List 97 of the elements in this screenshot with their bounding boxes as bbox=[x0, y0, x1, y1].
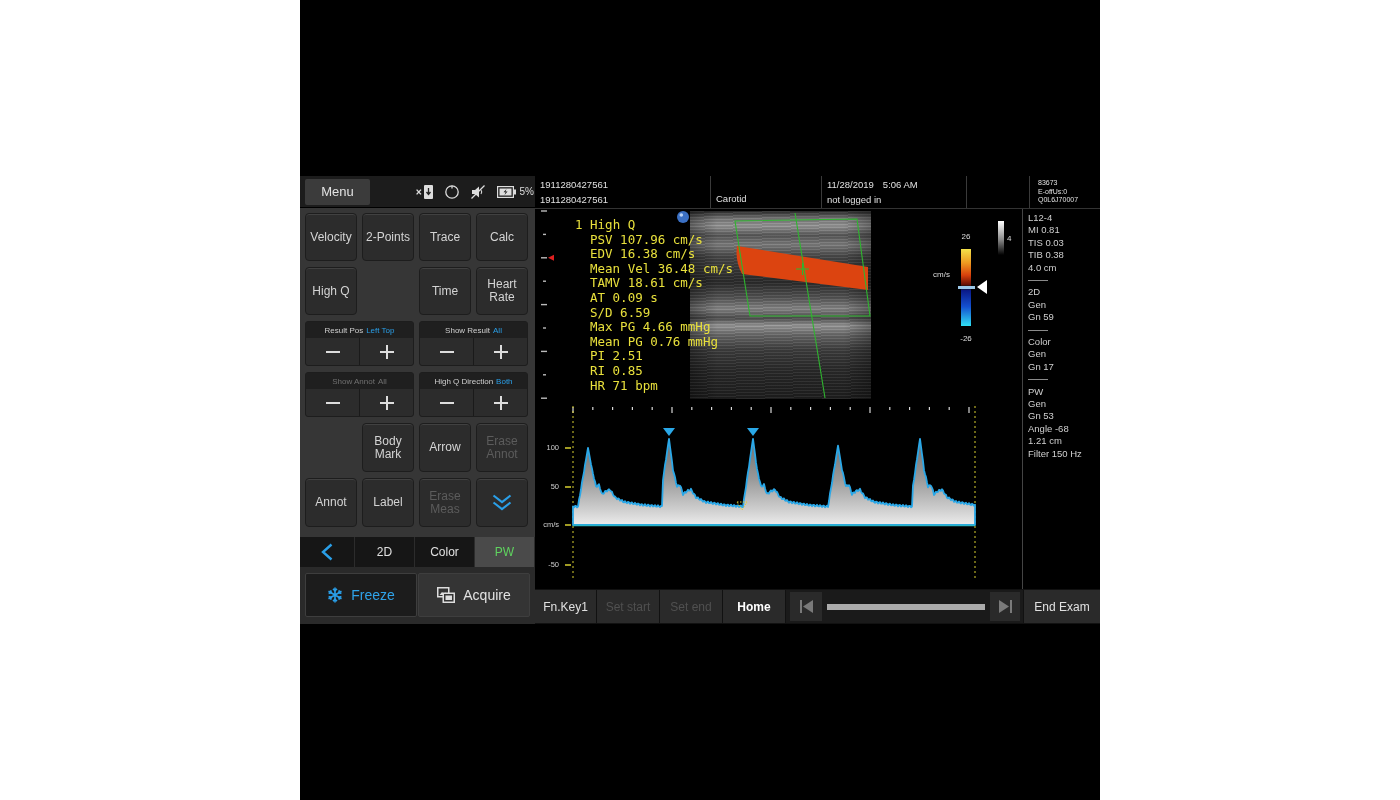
skip-forward-icon bbox=[998, 600, 1012, 613]
operator-status: not logged in bbox=[827, 194, 883, 205]
increase-button[interactable] bbox=[474, 389, 527, 416]
record-number: 1911280427561 bbox=[540, 194, 609, 205]
tool-button[interactable]: Calc bbox=[476, 213, 528, 261]
measurement-line: RI 0.85 bbox=[590, 363, 643, 379]
parameter-text: Gen bbox=[1028, 298, 1047, 312]
adjuster-label: Show Result bbox=[445, 325, 490, 335]
grayscale-bar bbox=[998, 221, 1004, 255]
tool-button[interactable]: High Q bbox=[305, 267, 357, 315]
measurement-line: PI 2.51 bbox=[590, 349, 643, 364]
measurement-line: EDV 16.38 cm/s bbox=[590, 247, 696, 262]
adjuster-label: Show Annot bbox=[332, 376, 375, 386]
tool-button[interactable]: Time bbox=[419, 267, 471, 315]
tool-button[interactable]: Arrow bbox=[419, 423, 471, 472]
mode-tab[interactable]: PW bbox=[475, 537, 535, 567]
grayscale-label: 4 bbox=[1007, 234, 1012, 244]
measurement-line: AT 0.09 s bbox=[590, 290, 658, 306]
acquire-button[interactable]: Acquire bbox=[418, 573, 530, 617]
exam-time: 5:06 AM bbox=[882, 179, 918, 190]
parameter-text: Gn 59 bbox=[1028, 311, 1055, 324]
increase-button[interactable] bbox=[360, 389, 413, 416]
tool-button[interactable]: 2-Points bbox=[362, 213, 414, 261]
parameter-text: Angle -68 bbox=[1028, 422, 1070, 436]
parameter-text: Color bbox=[1028, 336, 1052, 349]
plus-icon bbox=[379, 344, 394, 359]
next-button[interactable] bbox=[990, 592, 1020, 621]
parameter-text: Gen bbox=[1028, 398, 1047, 411]
tool-button[interactable]: Label bbox=[362, 478, 414, 527]
parameter-text: 2D bbox=[1028, 286, 1042, 299]
battery-percent: 5% bbox=[519, 186, 534, 197]
measurement-line: TAMV 18.61 cm/s bbox=[590, 276, 703, 291]
home-button[interactable]: Home bbox=[723, 590, 785, 623]
color-scale-unit: cm/s bbox=[933, 270, 950, 280]
cine-track[interactable] bbox=[827, 603, 985, 610]
tool-button[interactable]: Velocity bbox=[305, 213, 357, 261]
color-scale-max: 26 bbox=[960, 232, 972, 242]
freeze-button[interactable]: Freeze bbox=[305, 573, 417, 617]
exam-type: Carotid bbox=[716, 193, 748, 204]
parameter-text: Gen bbox=[1028, 348, 1047, 361]
parameter-text: 1.21 cm bbox=[1028, 435, 1063, 448]
chevron-left-icon bbox=[321, 543, 333, 561]
power-icon bbox=[444, 184, 459, 199]
minus-icon bbox=[439, 401, 454, 404]
exam-date: 11/28/2019 bbox=[827, 179, 874, 190]
menu-button[interactable]: Menu bbox=[305, 178, 370, 205]
parameter-text: Gn 53 bbox=[1028, 410, 1055, 423]
measurement-line: Mean PG 0.76 mmHg bbox=[590, 334, 718, 350]
tool-button[interactable]: Trace bbox=[419, 213, 471, 261]
previous-button[interactable] bbox=[790, 592, 822, 621]
muted-speaker-icon bbox=[470, 184, 485, 199]
parameter-text: PW bbox=[1028, 385, 1045, 399]
marker-icon bbox=[677, 211, 689, 223]
parameter-text: TIB 0.38 bbox=[1028, 249, 1065, 262]
measurement-line: Mean Vel 36.48 cm/s bbox=[590, 261, 733, 277]
parameter-text: Filter 150 Hz bbox=[1028, 447, 1083, 461]
minus-icon bbox=[325, 401, 340, 404]
plus-icon bbox=[379, 395, 394, 410]
double-chevron-icon bbox=[492, 494, 512, 511]
parameter-text: TIS 0.03 bbox=[1028, 236, 1065, 250]
adjuster-label: Result Pos bbox=[324, 325, 364, 335]
minus-icon bbox=[325, 350, 340, 353]
parameter-text: Gn 17 bbox=[1028, 360, 1055, 374]
parameter-text: L12-4 bbox=[1028, 212, 1054, 225]
adjuster-label: High Q Direction bbox=[434, 376, 494, 386]
record-number: 1911280427561 bbox=[540, 179, 609, 190]
adjuster-value: Both bbox=[496, 376, 513, 386]
tool-button[interactable]: Annot bbox=[305, 478, 357, 527]
plus-icon bbox=[493, 344, 508, 359]
tool-button[interactable]: Heart Rate bbox=[476, 267, 528, 315]
increase-button[interactable] bbox=[360, 338, 413, 365]
plus-icon bbox=[493, 395, 508, 410]
end-exam-button[interactable]: End Exam bbox=[1024, 590, 1100, 623]
pointer-icon bbox=[977, 280, 987, 294]
softkey-button[interactable]: Fn.Key1 bbox=[535, 590, 596, 623]
snowflake-icon bbox=[327, 587, 344, 603]
parameter-text: MI 0.81 bbox=[1028, 224, 1061, 237]
skip-back-icon bbox=[799, 600, 813, 613]
measurement-line: S/D 6.59 bbox=[590, 305, 651, 321]
adjuster-value: All bbox=[493, 325, 502, 335]
baseline-marker bbox=[958, 286, 975, 289]
parameter-text: 4.0 cm bbox=[1028, 261, 1058, 275]
diastole-marker-icon bbox=[736, 501, 748, 511]
increase-button[interactable] bbox=[474, 338, 527, 365]
more-button[interactable] bbox=[476, 478, 528, 527]
measurement-line: HR 71 bpm bbox=[590, 378, 658, 394]
battery-icon bbox=[496, 185, 516, 198]
minus-icon bbox=[439, 350, 454, 353]
measurement-line: PSV 107.96 cm/s bbox=[590, 232, 703, 248]
tool-button[interactable]: Body Mark bbox=[362, 423, 414, 472]
color-scale-min: -26 bbox=[959, 334, 973, 344]
adjuster-value: Left Top bbox=[366, 325, 395, 335]
focus-marker-icon bbox=[548, 254, 554, 261]
measurement-title: 1 High Q bbox=[575, 218, 636, 233]
adjuster-value: All bbox=[377, 376, 387, 386]
card-cross-icon bbox=[415, 184, 433, 199]
image-stack-icon bbox=[437, 587, 456, 603]
